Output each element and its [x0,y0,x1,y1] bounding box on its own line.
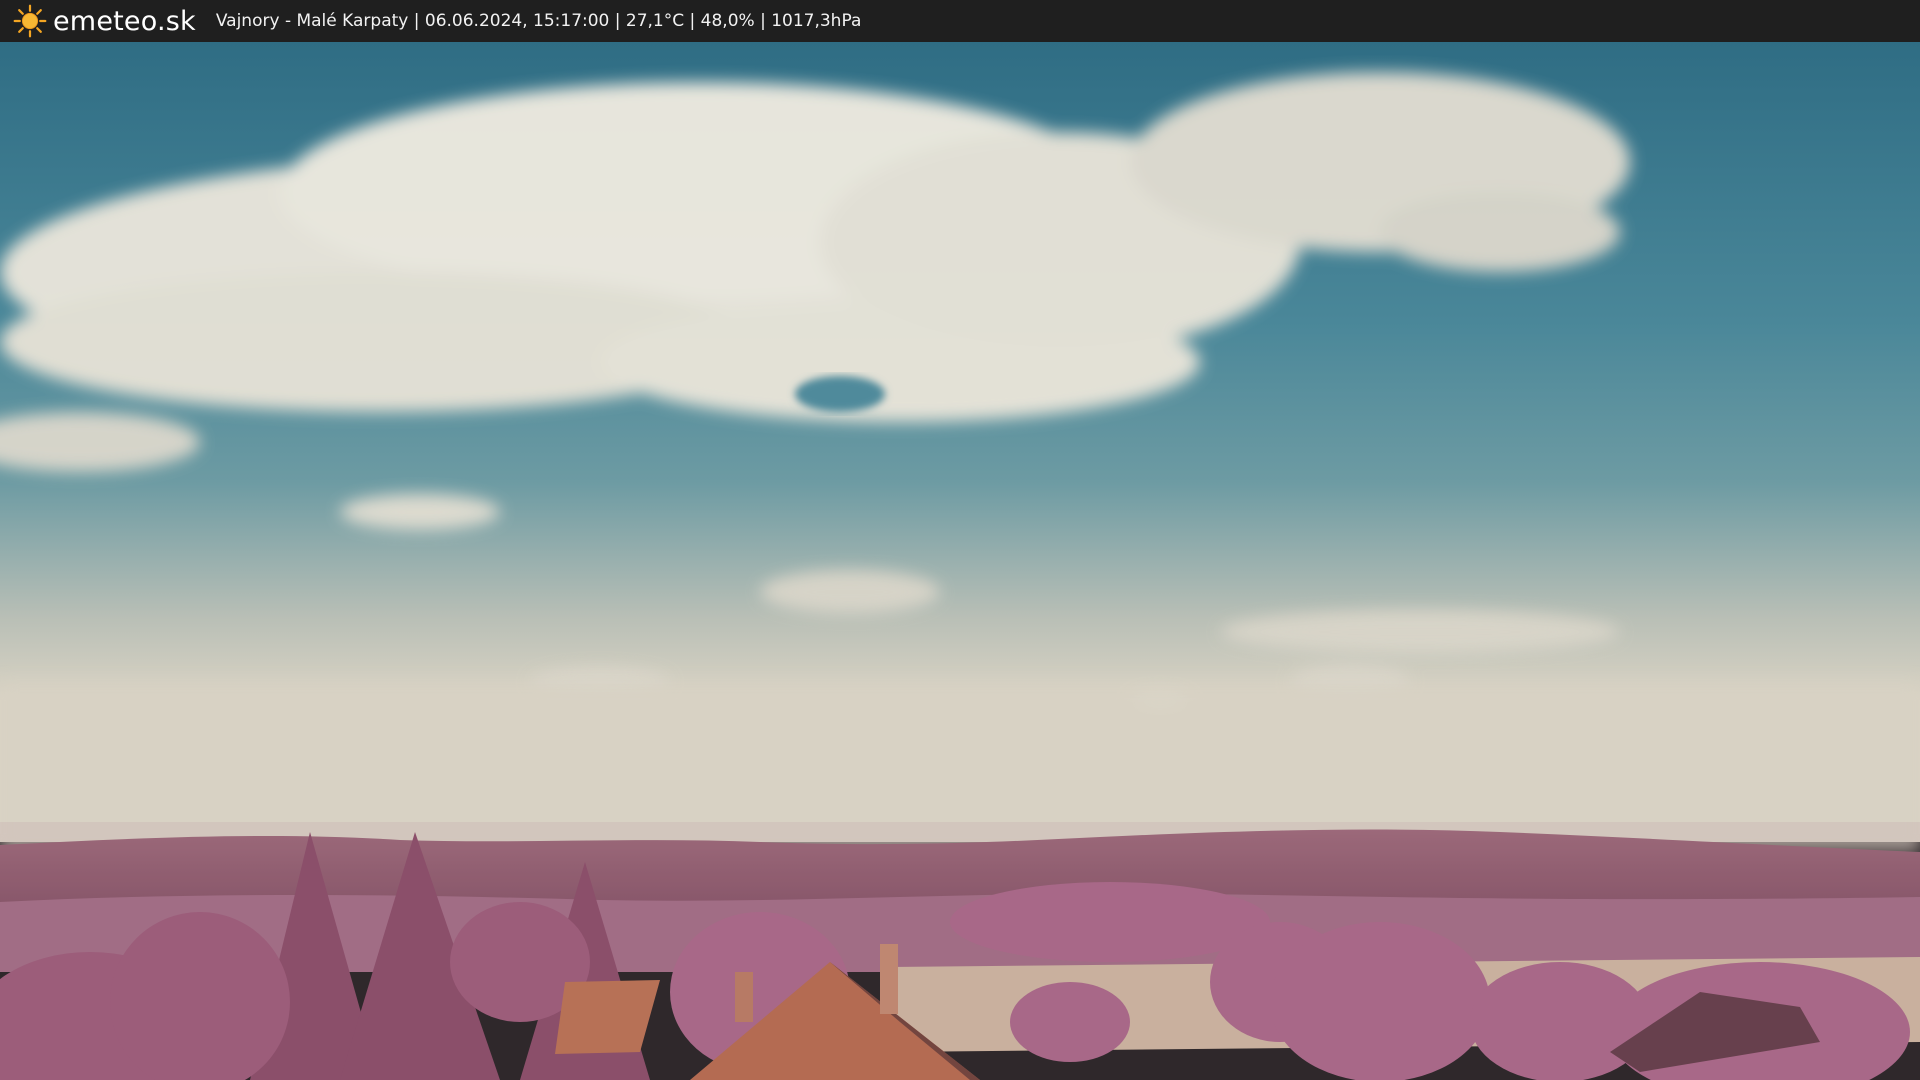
webcam-caption: Vajnory - Malé Karpaty | 06.06.2024, 15:… [215,11,862,31]
webcam-frame: emeteo.sk Vajnory - Malé Karpaty | 06.06… [0,0,1920,1080]
webcam-image [0,42,1920,1080]
top-bar: emeteo.sk Vajnory - Malé Karpaty | 06.06… [0,0,1920,42]
brand-logo-text: emeteo.sk [53,5,196,37]
sun-icon [13,4,47,38]
